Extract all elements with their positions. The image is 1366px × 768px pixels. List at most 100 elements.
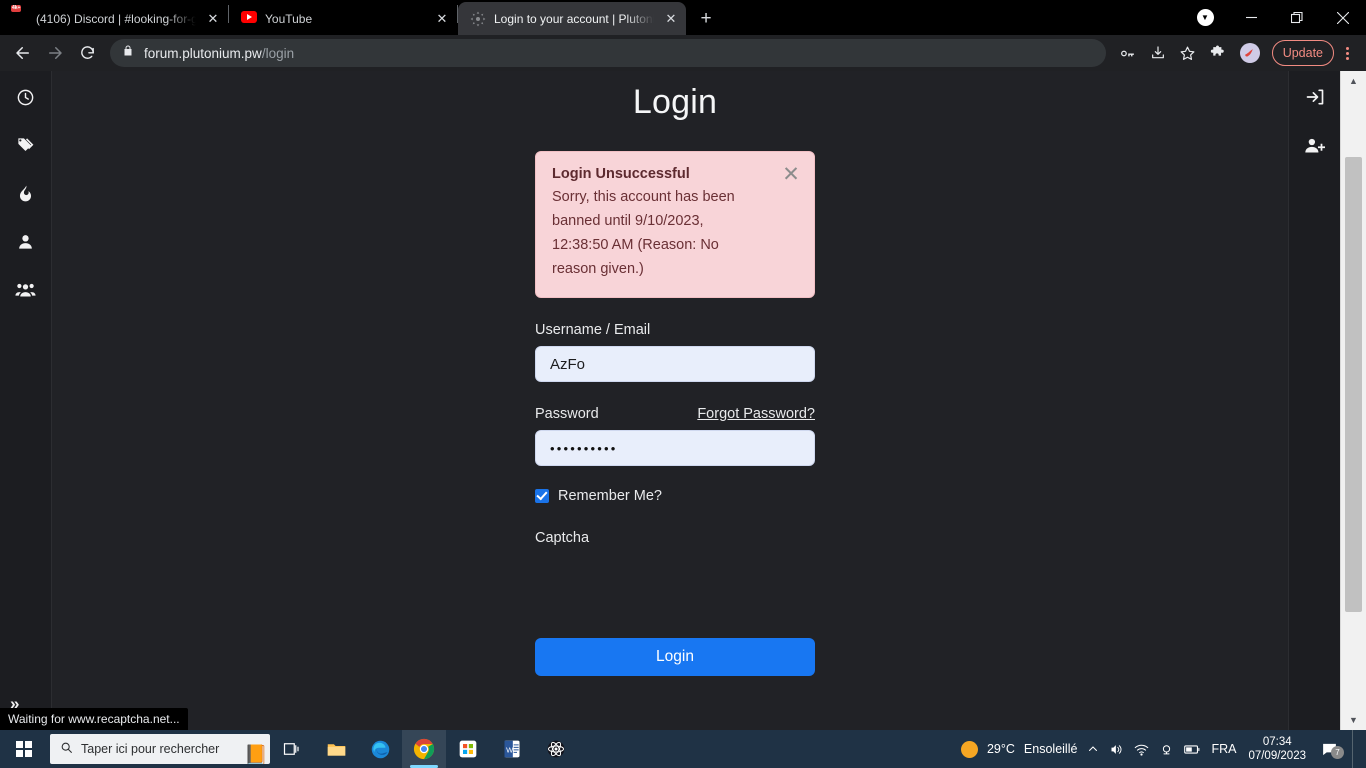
window-controls: ▼	[1182, 0, 1366, 35]
forward-button[interactable]	[40, 38, 70, 68]
back-button[interactable]	[8, 38, 38, 68]
taskbar-file-explorer[interactable]	[314, 730, 358, 768]
new-tab-button[interactable]: +	[692, 4, 720, 32]
browser-window: 4k+ (4106) Discord | #looking-for-games …	[0, 0, 1366, 730]
clock-widget[interactable]: 07:34 07/09/2023	[1248, 735, 1306, 763]
battery-icon[interactable]	[1184, 743, 1201, 756]
weather-temperature: 29°C	[986, 742, 1015, 756]
youtube-icon	[241, 10, 257, 27]
page-viewport: » Login Login Unsuccessful Sorry, this a…	[0, 71, 1366, 730]
sidebar-item-trending[interactable]	[10, 177, 42, 209]
taskbar-microsoft-word[interactable]: W	[490, 730, 534, 768]
close-icon[interactable]: ✕	[204, 10, 222, 28]
browser-tab-plutonium[interactable]: Login to your account | Plutonium ✕	[458, 2, 686, 35]
webcam-icon[interactable]	[1159, 742, 1174, 757]
sun-icon	[960, 740, 978, 758]
page-scrollbar[interactable]: ▲ ▼	[1340, 71, 1366, 730]
scrollbar-thumb[interactable]	[1345, 157, 1362, 612]
taskbar-microsoft-edge[interactable]	[358, 730, 402, 768]
login-form-column: Login Login Unsuccessful Sorry, this acc…	[535, 71, 815, 676]
update-button[interactable]: Update	[1271, 40, 1334, 66]
minimize-button[interactable]	[1228, 0, 1274, 35]
discord-badge: 4k+	[11, 4, 22, 12]
bookmark-star-icon[interactable]	[1174, 39, 1202, 67]
alert-message: Sorry, this account has been banned unti…	[552, 189, 735, 277]
tab-strip: 4k+ (4106) Discord | #looking-for-games …	[0, 0, 1366, 35]
taskbar-microsoft-store[interactable]	[446, 730, 490, 768]
lock-icon	[122, 44, 134, 62]
svg-text:W: W	[506, 745, 514, 754]
url-domain: forum.plutonium.pw	[144, 45, 262, 61]
remember-me-row[interactable]: Remember Me?	[535, 488, 815, 504]
login-submit-button[interactable]: Login	[535, 638, 815, 676]
plutonium-icon	[470, 11, 486, 27]
tray-overflow-chevron-icon[interactable]	[1087, 743, 1099, 755]
notification-center-button[interactable]: 7	[1316, 741, 1344, 759]
forgot-password-link[interactable]: Forgot Password?	[697, 406, 815, 422]
language-indicator[interactable]: FRA	[1211, 742, 1236, 756]
tab-title: (4106) Discord | #looking-for-games	[36, 11, 196, 26]
remember-me-checkbox[interactable]	[535, 489, 549, 503]
maximize-button[interactable]	[1274, 0, 1320, 35]
tab-title: YouTube	[265, 11, 313, 26]
sidebar-item-profile[interactable]	[10, 225, 42, 257]
scroll-up-arrow[interactable]: ▲	[1341, 71, 1366, 91]
screen: 4k+ (4106) Discord | #looking-for-games …	[0, 0, 1366, 768]
taskbar-google-chrome[interactable]	[402, 730, 446, 768]
discord-icon: 4k+	[11, 4, 28, 27]
avatar[interactable]	[1239, 43, 1260, 63]
taskbar-task-view[interactable]	[270, 730, 314, 768]
right-sidebar	[1288, 71, 1340, 730]
alert-title: Login Unsuccessful	[552, 166, 690, 182]
close-icon[interactable]: ✕	[780, 163, 802, 185]
login-error-alert: Login Unsuccessful Sorry, this account h…	[535, 151, 815, 298]
username-input[interactable]: AzFo	[535, 346, 815, 382]
sidebar-item-members[interactable]	[10, 273, 42, 305]
remember-me-label: Remember Me?	[558, 488, 662, 504]
sidebar-item-tags[interactable]	[10, 129, 42, 161]
password-label: Password	[535, 406, 599, 422]
chrome-menu-button[interactable]	[1336, 46, 1358, 60]
password-key-icon[interactable]	[1114, 39, 1142, 67]
page-content: Login Login Unsuccessful Sorry, this acc…	[52, 71, 1314, 730]
sidebar-item-recent-activity[interactable]	[10, 81, 42, 113]
captcha-widget[interactable]	[535, 546, 815, 638]
search-icon	[60, 741, 73, 757]
downloads-chevron-icon[interactable]: ▼	[1182, 0, 1228, 35]
browser-tab-youtube[interactable]: YouTube ✕	[229, 2, 457, 35]
close-icon[interactable]: ✕	[433, 10, 451, 28]
start-button[interactable]	[0, 730, 48, 768]
show-desktop-button[interactable]	[1352, 730, 1358, 768]
reload-button[interactable]	[72, 38, 102, 68]
tab-title: Login to your account | Plutonium	[494, 11, 654, 26]
taskbar-search-input[interactable]: Taper ici pour rechercher 📙	[50, 734, 270, 764]
weather-widget[interactable]: 29°C Ensoleillé	[960, 740, 1078, 758]
password-label-row: Password Forgot Password?	[535, 406, 815, 422]
scroll-down-arrow[interactable]: ▼	[1341, 710, 1366, 730]
clock-date: 07/09/2023	[1248, 750, 1306, 762]
url-text: forum.plutonium.pw/login	[144, 46, 294, 61]
downloads-icon[interactable]	[1144, 39, 1172, 67]
search-illustration-icon: 📙	[244, 745, 268, 764]
address-bar[interactable]: forum.plutonium.pw/login	[110, 39, 1106, 67]
weather-condition: Ensoleillé	[1023, 742, 1078, 756]
browser-tab-discord[interactable]: 4k+ (4106) Discord | #looking-for-games …	[0, 2, 228, 35]
sidebar-item-login[interactable]	[1299, 81, 1331, 113]
left-sidebar: »	[0, 71, 52, 730]
sidebar-item-register[interactable]	[1299, 129, 1331, 161]
page-title: Login	[632, 83, 718, 121]
volume-icon[interactable]	[1109, 742, 1124, 757]
extensions-puzzle-icon[interactable]	[1204, 39, 1232, 67]
browser-toolbar: forum.plutonium.pw/login Update	[0, 35, 1366, 71]
username-label: Username / Email	[535, 322, 651, 338]
close-window-button[interactable]	[1320, 0, 1366, 35]
search-placeholder: Taper ici pour rechercher	[81, 742, 220, 756]
toolbar-icons: Update	[1114, 39, 1358, 67]
wifi-icon[interactable]	[1134, 742, 1149, 757]
notification-count: 7	[1331, 745, 1344, 759]
status-bubble: Waiting for www.recaptcha.net...	[0, 708, 188, 730]
password-input[interactable]: ••••••••••	[535, 430, 815, 466]
close-icon[interactable]: ✕	[662, 10, 680, 28]
taskbar-app-atom[interactable]	[534, 730, 578, 768]
captcha-label: Captcha	[535, 530, 590, 546]
